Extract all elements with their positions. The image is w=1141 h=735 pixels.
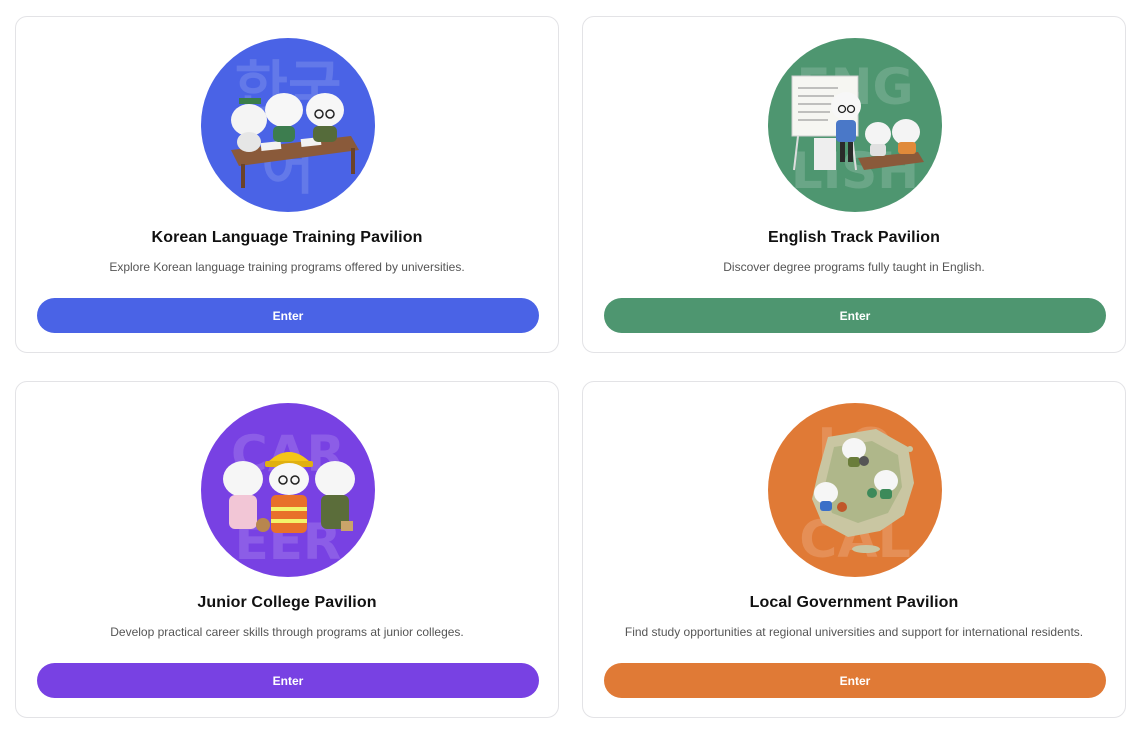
pavilion-card-junior-college: CAR EER Junior College Pavilion Develop … <box>15 381 559 718</box>
teacher-whiteboard-illustration: ENG LISH <box>768 38 942 212</box>
pavilion-card-english: ENG LISH English <box>582 16 1126 353</box>
enter-button[interactable]: Enter <box>604 663 1106 698</box>
pavilion-card-local-government: LO CAL Local Government Pavilion Find st… <box>582 381 1126 718</box>
enter-button[interactable]: Enter <box>604 298 1106 333</box>
enter-button[interactable]: Enter <box>37 663 539 698</box>
career-characters-illustration: CAR EER <box>201 403 375 577</box>
korea-map-illustration: LO CAL <box>768 403 942 577</box>
classroom-illustration: 한국 어 <box>201 38 375 212</box>
pavilion-description: Discover degree programs fully taught in… <box>723 260 985 274</box>
pavilion-title: Local Government Pavilion <box>749 594 959 611</box>
pavilion-title: Junior College Pavilion <box>197 594 377 611</box>
enter-button[interactable]: Enter <box>37 298 539 333</box>
pavilion-title: Korean Language Training Pavilion <box>151 229 423 246</box>
pavilion-title: English Track Pavilion <box>767 229 941 246</box>
pavilion-card-korean: 한국 어 Korean Language Training Pavilion E… <box>15 16 559 353</box>
pavilion-description: Find study opportunities at regional uni… <box>624 625 1084 639</box>
pavilion-description: Explore Korean language training program… <box>109 260 465 274</box>
pavilion-description: Develop practical career skills through … <box>110 625 464 639</box>
